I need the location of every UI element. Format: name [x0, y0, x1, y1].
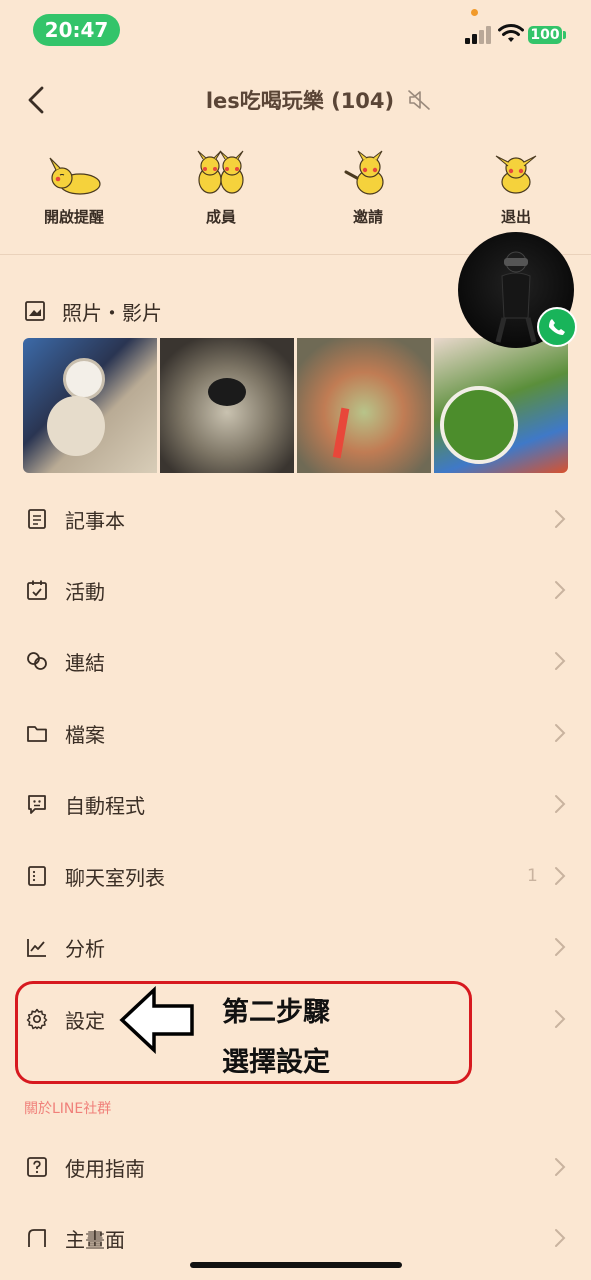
menu-label: 使用指南 [65, 1156, 145, 1181]
about-line-community-caption: 關於LINE社群 [24, 1101, 112, 1117]
menu-label: 主畫面 [65, 1227, 125, 1252]
menu-label: 活動 [65, 579, 105, 604]
chevron-right-icon [555, 1010, 566, 1028]
chart-icon [27, 939, 46, 957]
link-icon [27, 652, 47, 670]
action-label: 成員 [205, 208, 236, 226]
pikachu-pair-icon [197, 150, 244, 194]
notebook-icon [28, 509, 46, 529]
photo-thumbnail[interactable] [297, 338, 431, 473]
invite-button[interactable]: 邀請 [308, 150, 428, 240]
wifi-icon [498, 24, 524, 42]
leave-button[interactable]: 退出 [456, 150, 576, 240]
chat-title: les吃喝玩樂 (104) [150, 84, 450, 118]
privacy-indicator-dot [471, 9, 478, 16]
pikachu-wave-icon [344, 150, 384, 195]
bot-icon [28, 795, 46, 814]
calendar-icon [27, 580, 47, 600]
annotation-text-step: 第二步驟 [222, 997, 330, 1028]
chevron-right-icon [555, 867, 566, 885]
members-button[interactable]: 成員 [161, 150, 281, 240]
menu-label: 自動程式 [65, 793, 145, 818]
menu-label: 聊天室列表 [65, 865, 165, 890]
menu-label: 分析 [65, 936, 105, 961]
pikachu-lying-icon [49, 157, 101, 195]
menu-user-guide[interactable]: 使用指南 [0, 1137, 591, 1197]
photos-videos-header[interactable]: 照片・影片 [24, 296, 162, 326]
annotation-text-action: 選擇設定 [222, 1047, 330, 1078]
menu-notebook[interactable]: 記事本 [0, 489, 591, 549]
photos-videos-label: 照片・影片 [62, 300, 162, 325]
chevron-right-icon [555, 581, 566, 599]
list-icon [28, 866, 46, 886]
chevron-right-icon [555, 724, 566, 742]
home-icon [28, 1229, 46, 1247]
chevron-right-icon [555, 1229, 566, 1247]
chat-title-text: les吃喝玩樂 (104) [205, 89, 395, 113]
status-time: 20:47 [33, 14, 120, 46]
chevron-right-icon [555, 938, 566, 956]
help-icon [27, 1157, 47, 1177]
menu-files[interactable]: 檔案 [0, 703, 591, 763]
action-label: 開啟提醒 [43, 208, 104, 226]
menu-links[interactable]: 連結 [0, 631, 591, 691]
turn-on-notifications-button[interactable]: 開啟提醒 [14, 150, 134, 240]
photo-thumbnail[interactable] [23, 338, 157, 473]
menu-label: 記事本 [65, 508, 125, 533]
phone-icon [549, 319, 565, 335]
menu-home-screen[interactable]: 主畫面 [0, 1208, 591, 1268]
home-indicator[interactable] [190, 1262, 402, 1268]
pikachu-leave-icon [495, 155, 537, 194]
photo-thumbnail[interactable] [160, 338, 294, 473]
call-button[interactable] [537, 307, 577, 347]
photo-icon [25, 301, 45, 321]
cellular-signal-icon [465, 26, 491, 44]
chevron-right-icon [555, 652, 566, 670]
menu-chatroom-list[interactable]: 聊天室列表 1 [0, 846, 591, 906]
chevron-right-icon [555, 1158, 566, 1176]
menu-events[interactable]: 活動 [0, 560, 591, 620]
action-label: 邀請 [352, 208, 383, 226]
menu-bots[interactable]: 自動程式 [0, 774, 591, 834]
back-chevron-icon[interactable] [22, 84, 54, 116]
mute-icon [408, 90, 430, 110]
chatroom-count-badge: 1 [527, 866, 538, 886]
battery-indicator: 100 [528, 26, 562, 44]
menu-label: 連結 [65, 650, 105, 675]
chevron-right-icon [555, 510, 566, 528]
battery-cap [563, 31, 566, 39]
photo-thumbnail[interactable] [434, 338, 568, 473]
photo-strip [23, 338, 568, 473]
menu-analytics[interactable]: 分析 [0, 917, 591, 977]
action-label: 退出 [500, 208, 531, 226]
annotation-arrow-icon [119, 986, 194, 1054]
chevron-right-icon [555, 795, 566, 813]
menu-label: 檔案 [65, 722, 105, 747]
folder-icon [27, 726, 47, 742]
